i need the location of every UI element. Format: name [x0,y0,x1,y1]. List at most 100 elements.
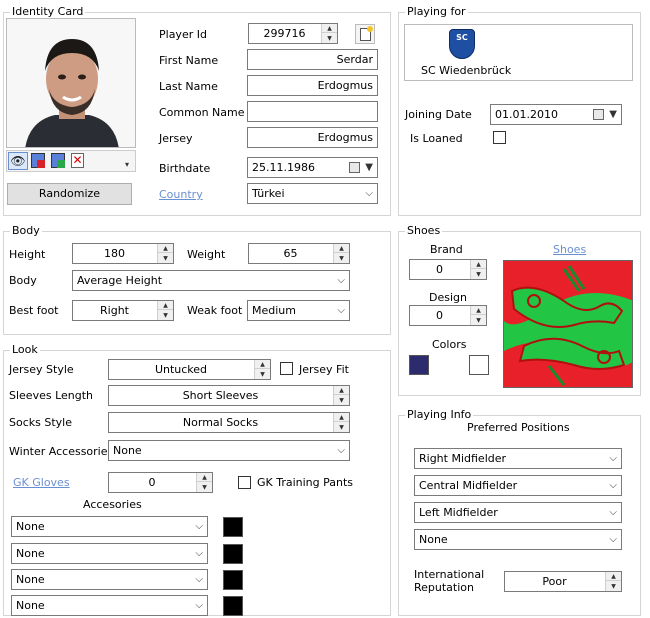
chevron-down-icon[interactable]: ⌵ [195,596,203,615]
spin-down-icon[interactable]: ▼ [334,254,349,263]
spin-up-icon[interactable]: ▲ [334,413,349,422]
chevron-down-icon[interactable]: ⌵ [365,184,373,203]
accessory-2-value: None [16,547,45,560]
chevron-down-icon[interactable]: ⌵ [195,517,203,536]
chevron-down-icon[interactable]: ⌵ [609,476,617,495]
position-3-value: Left Midfielder [419,506,498,519]
new-id-icon[interactable] [355,24,375,44]
accessory-1-color-swatch[interactable] [223,517,243,537]
body-type-select[interactable]: Average Height ⌵ [72,270,350,291]
spin-down-icon[interactable]: ▼ [255,370,270,379]
first-name-field[interactable]: Serdar [247,49,378,70]
winter-accessories-select[interactable]: None ⌵ [108,440,350,461]
chevron-down-icon[interactable]: ⌵ [609,449,617,468]
chevron-down-icon[interactable]: ⌵ [195,570,203,589]
best-foot-stepper[interactable]: Right ▲ ▼ [72,300,174,321]
spin-up-icon[interactable]: ▲ [255,360,270,369]
spin-down-icon[interactable]: ▼ [334,396,349,405]
export-photo-icon[interactable] [51,153,65,168]
body-type-label: Body [9,274,37,287]
is-loaned-checkbox[interactable] [493,131,506,144]
joining-date-picker[interactable]: 01.01.2010 ▼ [490,104,622,125]
calendar-icon[interactable] [593,109,604,120]
accessory-1-select[interactable]: None ⌵ [11,516,208,537]
international-reputation-stepper[interactable]: Poor ▲ ▼ [504,571,622,592]
import-photo-icon[interactable] [31,153,45,168]
accessory-2-select[interactable]: None ⌵ [11,543,208,564]
position-1-select[interactable]: Right Midfielder ⌵ [414,448,622,469]
jersey-style-stepper[interactable]: Untucked ▲ ▼ [108,359,271,380]
position-1-value: Right Midfielder [419,452,507,465]
spin-down-icon[interactable]: ▼ [334,423,349,432]
position-3-select[interactable]: Left Midfielder ⌵ [414,502,622,523]
socks-style-stepper[interactable]: Normal Socks ▲ ▼ [108,412,350,433]
birthdate-picker[interactable]: 25.11.1986 ▼ [247,157,378,178]
club-card[interactable]: SC SC Wiedenbrück [404,24,633,81]
spin-up-icon[interactable]: ▲ [606,572,621,581]
design-value: 0 [436,309,443,322]
shoes-link[interactable]: Shoes [553,243,586,257]
shoe-color-1-swatch[interactable] [409,355,429,375]
spin-up-icon[interactable]: ▲ [158,301,173,310]
weight-stepper[interactable]: 65 ▲ ▼ [248,243,350,264]
position-4-value: None [419,533,448,546]
gk-gloves-link[interactable]: GK Gloves [13,476,70,490]
sleeves-length-stepper[interactable]: Short Sleeves ▲ ▼ [108,385,350,406]
common-name-label: Common Name [159,106,245,119]
spin-down-icon[interactable]: ▼ [197,483,212,492]
position-4-select[interactable]: None ⌵ [414,529,622,550]
spin-up-icon[interactable]: ▲ [471,306,486,315]
chevron-down-icon[interactable]: ⌵ [337,301,345,320]
chevron-down-icon[interactable]: ⌵ [609,530,617,549]
chevron-down-icon[interactable]: ⌵ [609,503,617,522]
accessory-4-value: None [16,599,45,612]
delete-photo-icon[interactable]: ✕ [71,153,84,168]
accessory-2-color-swatch[interactable] [223,544,243,564]
spin-up-icon[interactable]: ▲ [334,386,349,395]
position-2-select[interactable]: Central Midfielder ⌵ [414,475,622,496]
calendar-icon[interactable] [349,162,360,173]
design-stepper[interactable]: 0 ▲ ▼ [409,305,487,326]
toolbar-overflow-icon[interactable]: ▾ [122,160,132,170]
jersey-fit-checkbox[interactable] [280,362,293,375]
player-id-stepper[interactable]: 299716 ▲ ▼ [248,23,338,44]
last-name-field[interactable]: Erdogmus [247,75,378,96]
spin-up-icon[interactable]: ▲ [158,244,173,253]
first-name-label: First Name [159,54,219,67]
spin-down-icon[interactable]: ▼ [158,254,173,263]
accessory-4-select[interactable]: None ⌵ [11,595,208,616]
height-stepper[interactable]: 180 ▲ ▼ [72,243,174,264]
jersey-name-label: Jersey [159,132,193,145]
accessory-4-color-swatch[interactable] [223,596,243,616]
chevron-down-icon[interactable]: ▼ [365,158,373,177]
country-link[interactable]: Country [159,188,203,202]
playing-for-title: Playing for [405,5,468,19]
spin-down-icon[interactable]: ▼ [606,582,621,591]
brand-stepper[interactable]: 0 ▲ ▼ [409,259,487,280]
chevron-down-icon[interactable]: ▼ [609,105,617,124]
accessory-3-color-swatch[interactable] [223,570,243,590]
spin-up-icon[interactable]: ▲ [334,244,349,253]
weak-foot-select[interactable]: Medium ⌵ [247,300,350,321]
spin-down-icon[interactable]: ▼ [471,316,486,325]
position-2-value: Central Midfielder [419,479,518,492]
accessory-3-select[interactable]: None ⌵ [11,569,208,590]
chevron-down-icon[interactable]: ⌵ [195,544,203,563]
randomize-button[interactable]: Randomize [7,183,132,205]
country-select[interactable]: Türkei ⌵ [247,183,378,204]
common-name-field[interactable] [247,101,378,122]
weight-label: Weight [187,248,226,261]
gk-training-pants-checkbox[interactable] [238,476,251,489]
spin-down-icon[interactable]: ▼ [322,34,337,43]
spin-up-icon[interactable]: ▲ [197,473,212,482]
gk-gloves-stepper[interactable]: 0 ▲ ▼ [108,472,213,493]
jersey-name-field[interactable]: Erdogmus [247,127,378,148]
chevron-down-icon[interactable]: ⌵ [337,441,345,460]
spin-down-icon[interactable]: ▼ [471,270,486,279]
chevron-down-icon[interactable]: ⌵ [337,271,345,290]
view-eye-icon[interactable]: 👁 [8,152,28,170]
shoe-color-2-swatch[interactable] [469,355,489,375]
spin-down-icon[interactable]: ▼ [158,311,173,320]
spin-up-icon[interactable]: ▲ [322,24,337,33]
spin-up-icon[interactable]: ▲ [471,260,486,269]
